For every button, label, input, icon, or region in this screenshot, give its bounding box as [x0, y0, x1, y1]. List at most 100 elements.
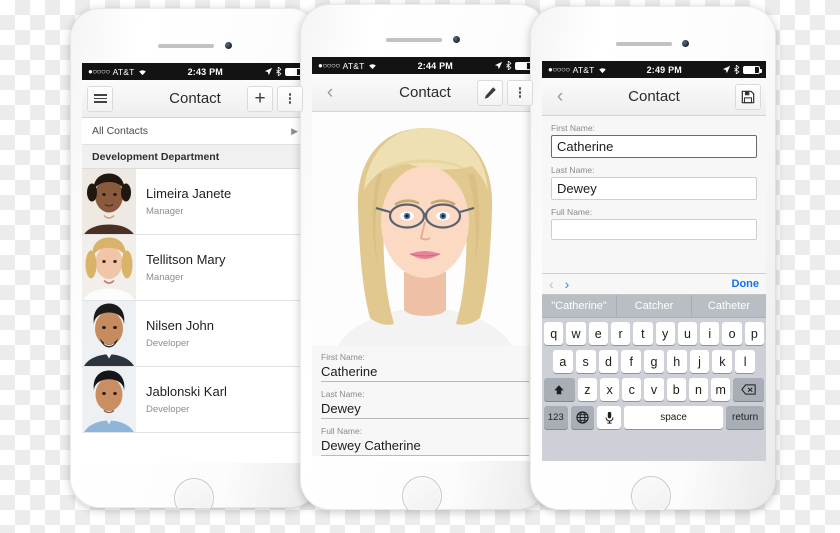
first-name-input[interactable]: Catherine [551, 135, 757, 158]
table-row[interactable]: Jablonski Karl Developer [82, 367, 308, 433]
page-title: Contact [399, 84, 451, 101]
add-contact-button[interactable]: + [247, 85, 273, 112]
key-n[interactable]: n [688, 378, 709, 401]
keyboard-toolbar: ‹ › Done [542, 273, 766, 295]
hamburger-menu-button[interactable] [87, 85, 113, 112]
numeric-key[interactable]: 123 [544, 406, 568, 429]
key-a[interactable]: a [552, 350, 573, 373]
keyboard-row-1: q w e r t y u i o p [544, 322, 764, 345]
clock-time: 2:49 PM [646, 64, 682, 75]
first-name-value: Catherine [321, 364, 529, 382]
globe-key[interactable] [570, 406, 595, 429]
key-r[interactable]: r [610, 322, 631, 345]
key-g[interactable]: g [644, 350, 664, 373]
shift-key[interactable] [543, 378, 575, 401]
table-row[interactable]: Limeira Janete Manager [82, 169, 308, 235]
location-arrow-icon [264, 67, 273, 76]
key-i[interactable]: i [700, 322, 720, 345]
full-name-label: Full Name: [321, 426, 363, 436]
backspace-key[interactable] [733, 378, 765, 401]
keyboard-rows: q w e r t y u i o p a s d f g h j k l z … [542, 318, 766, 433]
carrier-label: AT&T [572, 64, 595, 75]
key-o[interactable]: o [722, 322, 742, 345]
front-camera [225, 42, 232, 49]
key-j[interactable]: j [689, 350, 710, 373]
keyboard-row-4: 123 space return [544, 406, 764, 429]
full-name-input[interactable] [551, 219, 757, 240]
shift-arrow-icon [554, 384, 565, 394]
key-v[interactable]: v [644, 378, 664, 401]
edit-contact-button[interactable] [477, 79, 503, 106]
key-f[interactable]: f [621, 350, 642, 373]
front-camera [453, 36, 460, 43]
phone-device-list: ●○○○○ AT&T 2:43 PM Contact + All Contact… [70, 8, 320, 508]
key-d[interactable]: d [598, 350, 619, 373]
carrier-label: AT&T [112, 66, 135, 77]
chevron-right-icon[interactable]: › [565, 276, 570, 292]
earpiece-speaker [616, 42, 672, 46]
key-s[interactable]: s [575, 350, 596, 373]
contact-fields-editable: First Name: Catherine Last Name: Dewey F… [542, 116, 766, 240]
return-key[interactable]: return [726, 406, 764, 429]
clock-time: 2:43 PM [187, 66, 223, 77]
backspace-delete-icon [741, 384, 756, 395]
avatar [82, 169, 136, 234]
screen-contact-edit: ●○○○○ AT&T 2:49 PM ‹ Contact First Name:… [542, 61, 766, 461]
key-p[interactable]: p [744, 322, 764, 345]
key-c[interactable]: c [622, 378, 642, 401]
contact-role: Manager [146, 205, 184, 217]
key-u[interactable]: u [677, 322, 698, 345]
home-button[interactable] [174, 478, 214, 508]
navigation-bar: ‹ Contact [312, 74, 538, 112]
chevron-right-icon: ▶ [291, 125, 298, 136]
key-h[interactable]: h [666, 350, 687, 373]
clock-time: 2:44 PM [417, 60, 453, 71]
battery-icon [743, 65, 762, 74]
space-key[interactable]: space [623, 406, 724, 429]
suggestion-item[interactable]: Catcher [617, 295, 692, 317]
screenshot-stage: ●○○○○ AT&T 2:43 PM Contact + All Contact… [0, 0, 840, 533]
key-z[interactable]: z [577, 378, 597, 401]
key-t[interactable]: t [633, 322, 653, 345]
save-contact-button[interactable] [735, 83, 761, 110]
contact-name: Limeira Janete [146, 186, 232, 202]
last-name-field: Last Name: Dewey [551, 165, 757, 200]
table-row[interactable]: Tellitson Mary Manager [82, 235, 308, 301]
overflow-menu-button[interactable] [277, 85, 303, 112]
first-name-label: First Name: [321, 352, 365, 362]
signal-dots-icon: ●○○○○ [548, 65, 570, 74]
suggestion-item[interactable]: Catheter [692, 295, 766, 317]
home-button[interactable] [402, 476, 442, 510]
contact-photo [312, 112, 538, 346]
key-x[interactable]: x [599, 378, 620, 401]
bluetooth-icon [506, 61, 512, 70]
contact-name: Nilsen John [146, 318, 214, 334]
suggestion-item[interactable]: "Catherine" [542, 295, 617, 317]
last-name-input[interactable]: Dewey [551, 177, 757, 200]
all-contacts-row[interactable]: All Contacts ▶ [82, 118, 308, 145]
done-button[interactable]: Done [732, 278, 760, 290]
key-m[interactable]: m [711, 378, 731, 401]
dictation-key[interactable] [597, 406, 621, 429]
home-button[interactable] [631, 476, 671, 510]
back-button[interactable]: ‹ [317, 80, 343, 106]
chevron-left-icon[interactable]: ‹ [549, 276, 554, 292]
key-l[interactable]: l [735, 350, 756, 373]
overflow-menu-button[interactable] [507, 79, 533, 106]
contact-role: Developer [146, 337, 190, 349]
key-k[interactable]: k [712, 350, 733, 373]
avatar [82, 235, 136, 300]
autocorrect-suggestions: "Catherine" Catcher Catheter [542, 295, 766, 318]
table-row[interactable]: Nilsen John Developer [82, 301, 308, 367]
last-name-field: Last Name: Dewey [321, 389, 529, 419]
key-b[interactable]: b [666, 378, 686, 401]
back-button[interactable]: ‹ [547, 84, 573, 110]
key-q[interactable]: q [544, 322, 564, 345]
navigation-bar: ‹ Contact [542, 78, 766, 116]
key-w[interactable]: w [566, 322, 586, 345]
wifi-icon [598, 67, 606, 73]
page-title: Contact [628, 88, 680, 105]
key-e[interactable]: e [588, 322, 608, 345]
first-name-field: First Name: Catherine [551, 123, 757, 158]
key-y[interactable]: y [655, 322, 675, 345]
